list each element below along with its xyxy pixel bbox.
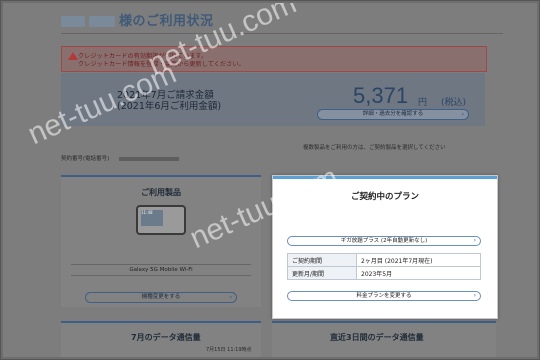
renewal-value: 2023年5月 [356,266,481,280]
table-row: ご契約期間 2ヶ月目 (2021年7月現在) [287,253,481,267]
contract-number: 契約番号(電話番号) [61,154,180,162]
product-card-title: ご利用製品 [141,188,181,197]
blurred-name [89,16,115,27]
currency-unit: 円 [418,98,428,108]
monthly-usage-card: 7月のデータ通信量 7月15日 11:19時点 [61,321,261,357]
change-plan-button[interactable]: 料金プランを変更する › [287,291,481,301]
billing-detail-button[interactable]: 詳細・過去分を確認する › [317,109,469,120]
contract-period-value: 2ヶ月目 (2021年7月現在) [356,253,481,267]
billing-amount: 5,371 [353,83,409,108]
page-title: 様のご利用状況 [61,10,214,29]
chevron-right-icon: › [473,237,476,244]
usage-timestamp: 7月15日 11:19時点 [206,347,252,353]
plan-info-table: ご契約期間 2ヶ月目 (2021年7月現在) 更新月/期間 2023年5月 [287,253,481,280]
blurred-number [119,156,180,161]
change-device-button[interactable]: 機種変更をする › [85,292,237,303]
card-expired-alert: クレジットカードの有効期限が切れています。 クレジットカード情報を登録・変更から… [61,46,487,72]
warning-icon [68,52,78,60]
contract-period-label: ご契約期間 [287,253,357,267]
tax-note: (税込) [441,98,467,108]
plan-name-button[interactable]: ギガ放題プラス (2年自動更新なし) › [287,236,481,246]
chevron-right-icon: › [461,111,464,118]
recent-usage-title: 直近3日間のデータ通信量 [330,333,424,342]
renewal-label: 更新月/期間 [287,266,357,280]
title-divider [61,33,503,34]
router-image: 11:48 [136,205,186,235]
router-screen: 11:48 [141,210,163,226]
page: 様のご利用状況 クレジットカードの有効期限が切れています。 クレジットカード情報… [3,3,537,357]
recent-usage-card: 直近3日間のデータ通信量 [272,321,496,357]
product-select-note: 複数製品をご利用の方は、ご契約製品を選択してください [303,145,446,151]
monthly-usage-title: 7月のデータ通信量 [131,333,201,342]
table-row: 更新月/期間 2023年5月 [287,266,481,280]
chevron-right-icon: › [473,292,476,299]
blurred-name [61,16,85,27]
product-name: Galaxy 5G Mobile Wi-Fi [71,264,251,276]
chevron-right-icon: › [229,294,232,301]
